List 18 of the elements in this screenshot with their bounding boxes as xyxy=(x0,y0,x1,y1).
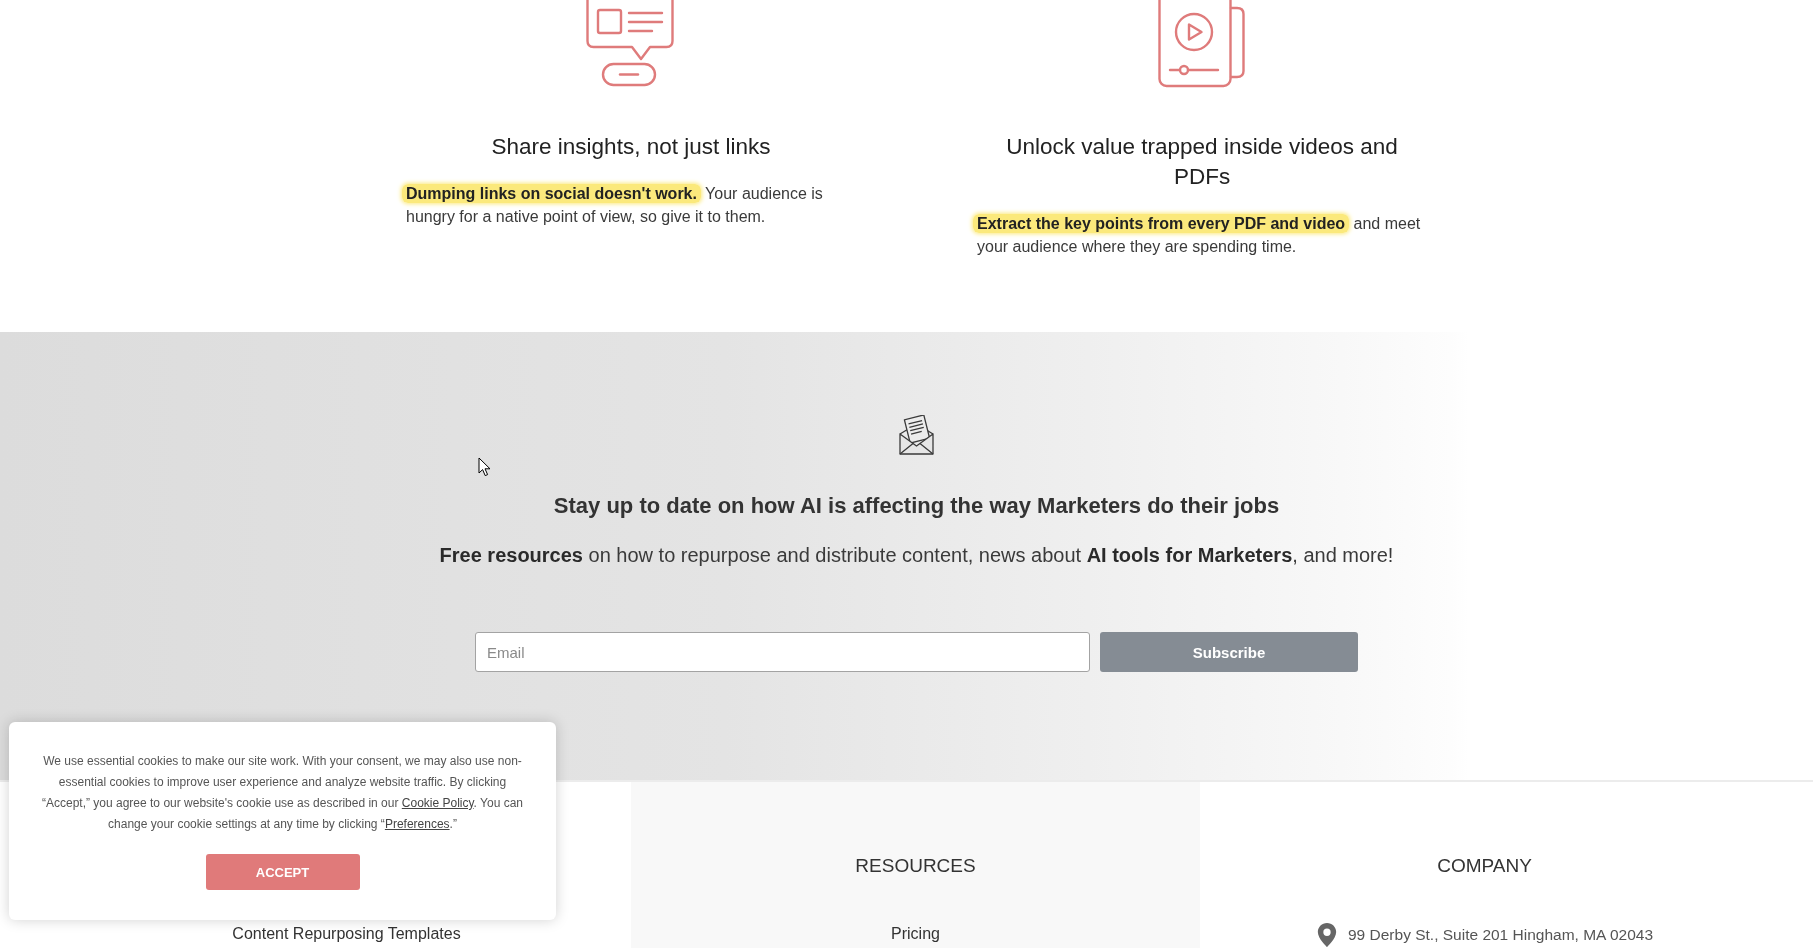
feature-title: Unlock value trapped inside videos and PDFs xyxy=(1005,132,1399,191)
email-field[interactable]: Email xyxy=(475,632,1090,672)
inline-link[interactable]: Cookie Policy xyxy=(401,796,474,810)
newsletter-title: Stay up to date on how AI is affecting the way Marketers do their jobs xyxy=(553,492,1280,520)
address-text: 99 Derby St., Suite 201 Hingham, MA 02043 xyxy=(1348,926,1653,944)
mouse-cursor-icon xyxy=(478,457,491,477)
video-file-icon xyxy=(1158,0,1246,88)
footer-heading: RESOURCES xyxy=(855,854,976,878)
envelope-icon xyxy=(898,415,935,455)
feature-title: Share insights, not just links xyxy=(490,132,772,161)
newsletter-subtitle: Free resources on how to repurpose and distribute content, news about AI tools for Marketers, and more! xyxy=(439,543,1394,568)
footer-link[interactable]: Pricing xyxy=(891,924,940,944)
footer-link[interactable]: Content Repurposing Templates xyxy=(232,924,461,944)
inline-link[interactable]: Preferences xyxy=(384,817,450,831)
cookie-notice-text: We use essential cookies to make our site work. With your consent, we may also use non-essential cookies to improve user experience and analyze website traffic. By clicking “Accept,” you agree to our website's cookie use as described in our Cookie Policy. You can change your cookie settings at any time by clicking “Preferences.” xyxy=(41,753,524,833)
location-pin-icon xyxy=(1316,922,1338,948)
speech-bubble-icon xyxy=(586,0,676,88)
footer-heading: COMPANY xyxy=(1437,854,1532,878)
